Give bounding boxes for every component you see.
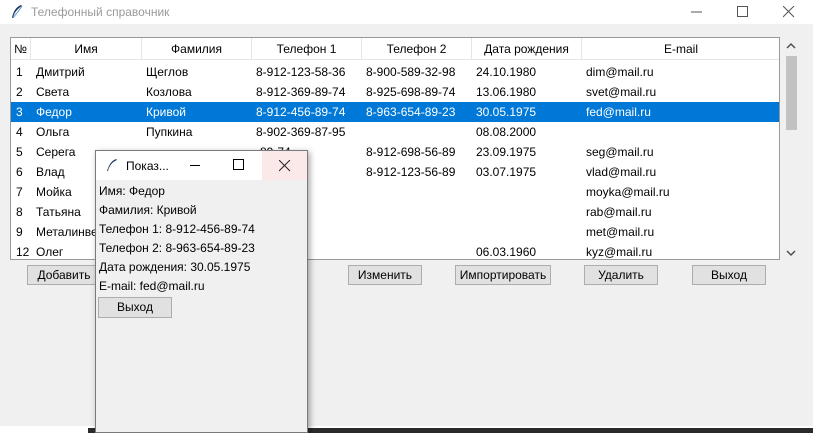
cell-phone2 xyxy=(366,242,474,259)
cell-phone1: 8-912-369-89-74 xyxy=(256,85,346,99)
close-button[interactable] xyxy=(766,0,812,24)
vertical-scrollbar[interactable] xyxy=(782,37,799,260)
dialog-close-button[interactable] xyxy=(262,151,307,180)
cell-email: fed@mail.ru xyxy=(586,105,651,119)
dialog-exit-button[interactable]: Выход xyxy=(98,297,172,318)
cell-number: 3 xyxy=(16,105,23,119)
cell-surname: Козлова xyxy=(146,85,192,99)
close-icon xyxy=(783,6,795,18)
cell-number: 7 xyxy=(16,185,23,199)
close-icon xyxy=(279,160,291,172)
cell-phone2 xyxy=(366,182,474,202)
feather-icon xyxy=(107,159,117,171)
cell-surname: Пупкина xyxy=(146,125,193,139)
column-header-phone2[interactable]: Телефон 2 xyxy=(362,38,472,60)
cell-surname: Кривой xyxy=(146,105,186,119)
maximize-button[interactable] xyxy=(720,0,766,24)
cell-birthdate: 06.03.1960 xyxy=(476,245,537,259)
cell-phone2 xyxy=(366,222,474,242)
cell-birthdate: 30.05.1975 xyxy=(476,105,537,119)
table-row[interactable]: 3 Федор Кривой 8-912-456-89-74 8-963-654-89-… xyxy=(11,102,779,122)
maximize-icon xyxy=(737,6,748,17)
cell-name: Ольга xyxy=(36,125,70,139)
column-header-surname[interactable]: Фамилия xyxy=(142,38,252,60)
table-header: № Имя Фамилия Телефон 1 Телефон 2 Дата р… xyxy=(11,38,779,60)
add-button[interactable]: Добавить xyxy=(27,265,101,285)
dialog-maximize-icon[interactable] xyxy=(233,159,244,170)
cell-birthdate: 23.09.1975 xyxy=(476,145,537,159)
dialog-birthdate-line: Дата рождения: 30.05.1975 xyxy=(99,260,251,274)
cell-number: 4 xyxy=(16,125,23,139)
cell-phone2: 8-900-589-32-98 xyxy=(366,65,456,79)
cell-phone1: 8-912-123-58-36 xyxy=(256,65,346,79)
cell-phone2 xyxy=(366,122,474,142)
cell-surname: Щеглов xyxy=(146,65,189,79)
cell-phone1: 8-902-369-87-95 xyxy=(256,125,346,139)
cell-number: 6 xyxy=(16,165,23,179)
cell-birthdate xyxy=(476,222,584,242)
cell-birthdate xyxy=(476,202,584,222)
dialog-email-line: E-mail: fed@mail.ru xyxy=(99,279,205,293)
minimize-icon xyxy=(691,11,702,13)
cell-birthdate: 13.06.1980 xyxy=(476,85,537,99)
cell-email: met@mail.ru xyxy=(586,225,655,239)
cell-email: kyz@mail.ru xyxy=(586,245,653,259)
cell-name: Федор xyxy=(36,105,72,119)
cell-email: svet@mail.ru xyxy=(586,85,657,99)
cell-number: 9 xyxy=(16,225,23,239)
feather-icon xyxy=(12,5,23,19)
cell-email xyxy=(586,122,776,142)
column-header-email[interactable]: E-mail xyxy=(582,38,779,60)
cell-email: vlad@mail.ru xyxy=(586,165,657,179)
column-header-phone1[interactable]: Телефон 1 xyxy=(252,38,362,60)
cell-birthdate: 08.08.2000 xyxy=(476,125,537,139)
dialog-title-bar: Показ... xyxy=(96,151,307,180)
cell-email: rab@mail.ru xyxy=(586,205,652,219)
column-header-number[interactable]: № xyxy=(11,38,31,60)
column-header-name[interactable]: Имя xyxy=(31,38,142,60)
title-bar: Телефонный справочник xyxy=(0,0,813,24)
cell-email: seg@mail.ru xyxy=(586,145,654,159)
cell-birthdate xyxy=(476,182,584,202)
table-row[interactable]: 4 Ольга Пупкина 8-902-369-87-95 08.08.2000 xyxy=(11,122,779,142)
dialog-phone1-line: Телефон 1: 8-912-456-89-74 xyxy=(99,222,255,236)
cell-phone2 xyxy=(366,202,474,222)
window-title: Телефонный справочник xyxy=(31,5,170,19)
delete-button[interactable]: Удалить xyxy=(584,265,658,285)
dialog-phone2-line: Телефон 2: 8-963-654-89-23 xyxy=(99,241,255,255)
cell-email: dim@mail.ru xyxy=(586,65,654,79)
cell-phone1: 8-912-456-89-74 xyxy=(256,105,346,119)
cell-number: 1 xyxy=(16,65,23,79)
table-row[interactable]: 2 Света Козлова 8-912-369-89-74 8-925-698-89… xyxy=(11,82,779,102)
dialog-name-line: Имя: Федор xyxy=(99,184,165,198)
import-button[interactable]: Импортировать xyxy=(455,265,551,285)
cell-phone2: 8-925-698-89-74 xyxy=(366,85,456,99)
cell-name: Света xyxy=(36,85,70,99)
scroll-up-icon[interactable] xyxy=(786,42,796,50)
column-header-birthdate[interactable]: Дата рождения xyxy=(472,38,582,60)
cell-name: Дмитрий xyxy=(36,65,85,79)
scroll-down-icon[interactable] xyxy=(786,249,796,257)
cell-number: 12 xyxy=(16,245,30,259)
scrollbar-thumb[interactable] xyxy=(786,56,797,130)
details-dialog: Показ... Имя: Федор Фамилия: Кривой Теле… xyxy=(95,150,308,433)
cell-phone2: 8-912-123-56-89 xyxy=(366,165,456,179)
dialog-minimize-icon[interactable] xyxy=(190,165,200,166)
dialog-title: Показ... xyxy=(126,159,169,173)
cell-birthdate: 24.10.1980 xyxy=(476,65,537,79)
cell-number: 5 xyxy=(16,145,23,159)
dialog-surname-line: Фамилия: Кривой xyxy=(99,203,197,217)
edit-button[interactable]: Изменить xyxy=(348,265,422,285)
cell-phone2: 8-963-654-89-23 xyxy=(366,105,456,119)
cell-birthdate: 03.07.1975 xyxy=(476,165,537,179)
minimize-button[interactable] xyxy=(674,0,720,24)
cell-number: 2 xyxy=(16,85,23,99)
cell-email: moyka@mail.ru xyxy=(586,185,670,199)
exit-button[interactable]: Выход xyxy=(692,265,766,285)
table-row[interactable]: 1 Дмитрий Щеглов 8-912-123-58-36 8-900-589-3… xyxy=(11,62,779,82)
cell-phone2: 8-912-698-56-89 xyxy=(366,145,456,159)
cell-number: 8 xyxy=(16,205,23,219)
